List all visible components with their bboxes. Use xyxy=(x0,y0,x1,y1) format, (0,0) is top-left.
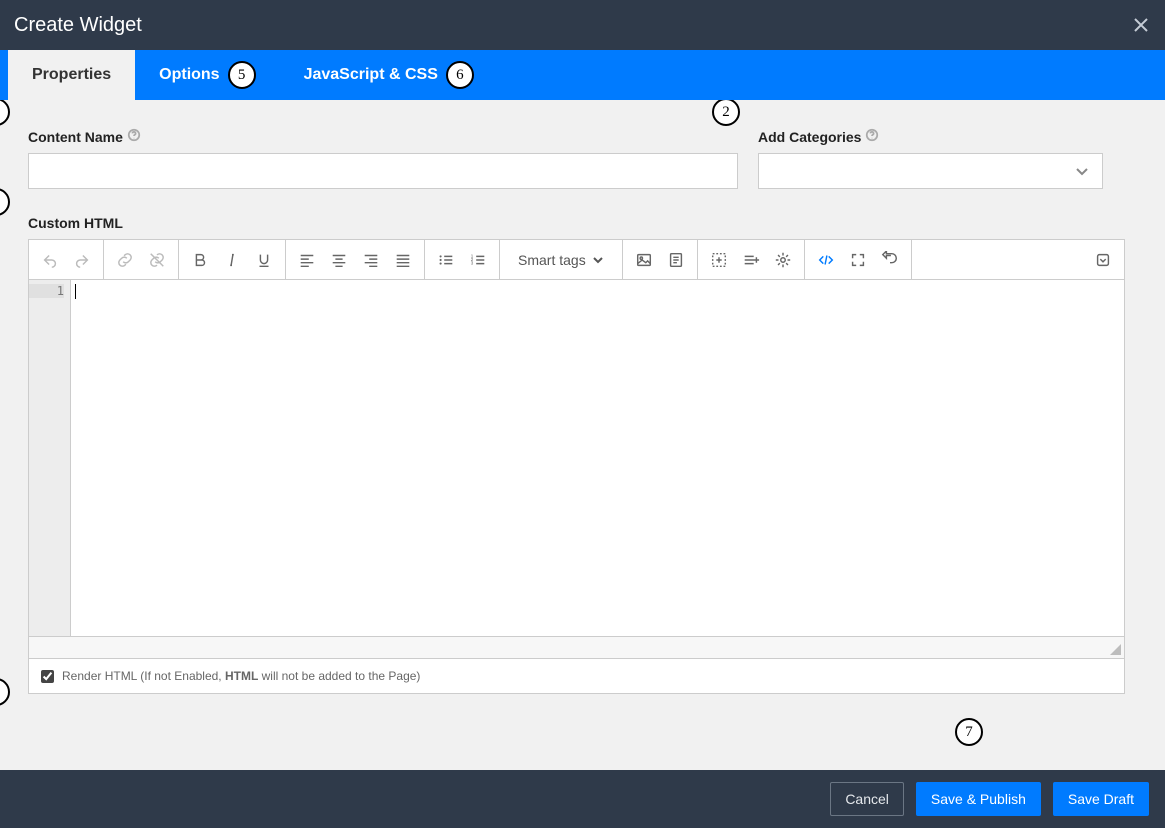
callout-1: 1 xyxy=(0,100,10,126)
revert-button[interactable] xyxy=(875,245,905,275)
add-categories-label: Add Categories xyxy=(758,128,1103,145)
content-name-input[interactable] xyxy=(28,153,738,189)
chevron-down-icon xyxy=(1074,163,1090,179)
settings-button[interactable] xyxy=(768,245,798,275)
line-number: 1 xyxy=(29,284,64,298)
toolbar-collapse-button[interactable] xyxy=(1088,245,1118,275)
line-gutter: 1 xyxy=(29,280,71,636)
callout-7: 7 xyxy=(955,718,983,746)
tab-label: Options xyxy=(159,66,219,84)
callout-4: 4 xyxy=(0,678,10,706)
redo-button[interactable] xyxy=(67,245,97,275)
add-categories-select[interactable] xyxy=(758,153,1103,189)
bullet-list-button[interactable] xyxy=(431,245,461,275)
code-editor[interactable]: 1 xyxy=(28,279,1125,637)
align-right-button[interactable] xyxy=(356,245,386,275)
label-text: Content Name xyxy=(28,129,123,145)
image-button[interactable] xyxy=(629,245,659,275)
insert-line-button[interactable] xyxy=(736,245,766,275)
link-button[interactable] xyxy=(110,245,140,275)
align-left-button[interactable] xyxy=(292,245,322,275)
code-view-button[interactable] xyxy=(811,245,841,275)
close-icon[interactable] xyxy=(1131,15,1151,35)
content-name-label: Content Name xyxy=(28,128,738,145)
tab-properties[interactable]: Properties xyxy=(8,50,135,100)
smart-tags-label: Smart tags xyxy=(518,252,586,268)
tab-bar: Properties Options 5 JavaScript & CSS 6 xyxy=(0,50,1165,100)
tab-label: JavaScript & CSS xyxy=(304,66,438,84)
unlink-button[interactable] xyxy=(142,245,172,275)
custom-html-label: Custom HTML xyxy=(28,215,1125,231)
italic-button[interactable] xyxy=(217,245,247,275)
help-icon[interactable] xyxy=(127,128,141,145)
callout-5: 5 xyxy=(228,61,256,89)
undo-button[interactable] xyxy=(35,245,65,275)
callout-2: 2 xyxy=(712,100,740,126)
help-icon[interactable] xyxy=(865,128,879,145)
callout-6: 6 xyxy=(446,61,474,89)
fullscreen-button[interactable] xyxy=(843,245,873,275)
number-list-button[interactable]: 123 xyxy=(463,245,493,275)
render-html-label: Render HTML (If not Enabled, HTML will n… xyxy=(62,669,420,683)
text-cursor xyxy=(75,284,76,299)
save-draft-button[interactable]: Save Draft xyxy=(1053,782,1149,816)
callout-3: 3 xyxy=(0,188,10,216)
label-text: Custom HTML xyxy=(28,215,123,231)
tab-options[interactable]: Options 5 xyxy=(135,50,279,100)
chevron-down-icon xyxy=(592,254,604,266)
editor-resize-handle[interactable] xyxy=(28,637,1125,659)
align-justify-button[interactable] xyxy=(388,245,418,275)
tab-jscss[interactable]: JavaScript & CSS 6 xyxy=(280,50,498,100)
bold-button[interactable] xyxy=(185,245,215,275)
editor-toolbar: 123 Smart tags xyxy=(28,239,1125,279)
save-publish-button[interactable]: Save & Publish xyxy=(916,782,1041,816)
svg-text:3: 3 xyxy=(471,260,474,265)
document-button[interactable] xyxy=(661,245,691,275)
render-html-checkbox[interactable] xyxy=(41,670,54,683)
underline-button[interactable] xyxy=(249,245,279,275)
cancel-button[interactable]: Cancel xyxy=(830,782,904,816)
align-center-button[interactable] xyxy=(324,245,354,275)
modal-title: Create Widget xyxy=(14,14,142,37)
label-text: Add Categories xyxy=(758,129,861,145)
tab-label: Properties xyxy=(32,66,111,84)
insert-block-button[interactable] xyxy=(704,245,734,275)
smart-tags-dropdown[interactable]: Smart tags xyxy=(506,252,616,268)
